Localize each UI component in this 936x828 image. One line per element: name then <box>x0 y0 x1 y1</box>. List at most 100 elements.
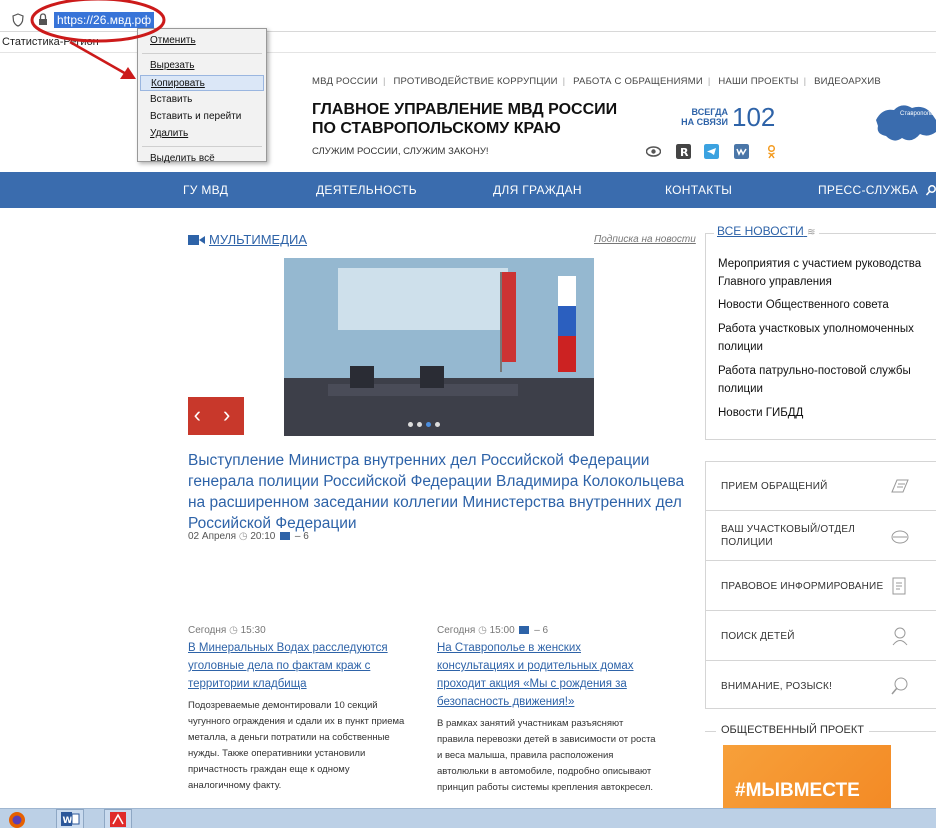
menu-item-select-all[interactable]: Выделить всё <box>140 151 264 167</box>
slider-dot[interactable] <box>408 422 413 427</box>
menu-item-delete[interactable]: Удалить <box>140 126 264 142</box>
news-item: Сегодня ◷ 15:30 В Минеральных Водах расс… <box>188 625 408 794</box>
menu-item-undo[interactable]: Отменить <box>140 33 264 49</box>
hotline-caption: ВСЕГДА НА СВЯЗИ <box>678 107 728 127</box>
svg-text:W: W <box>63 816 73 826</box>
top-strip <box>0 0 936 8</box>
multimedia-heading[interactable]: МУЛЬТИМЕДИА <box>209 232 307 247</box>
rss-icon: ≋ <box>807 227 816 238</box>
sidebar-news-link[interactable]: Новости ГИБДД <box>718 404 930 422</box>
news-title[interactable]: На Ставрополье в женских консультациях и… <box>437 639 657 711</box>
child-search-icon <box>892 627 908 646</box>
menu-item-label: Выделить всё <box>150 153 215 164</box>
telegram-icon[interactable] <box>704 144 719 159</box>
rutube-icon[interactable]: R <box>676 144 691 159</box>
menu-item-cut[interactable]: Вырезать <box>140 58 264 74</box>
menu-item-label: Вставить и перейти <box>150 111 242 122</box>
project-banner[interactable]: #МЫВМЕСТЕ <box>723 745 891 808</box>
news-date: 02 Апреля <box>188 531 237 542</box>
search-icon[interactable] <box>926 184 936 196</box>
eye-icon[interactable] <box>646 144 661 159</box>
nav-press[interactable]: ПРЕСС-СЛУЖБА <box>818 183 918 197</box>
sidebar-news-link[interactable]: Работа патрульно-постовой службы полиции <box>718 362 930 398</box>
news-time: 15:00 <box>489 625 515 636</box>
news-text: В рамках занятий участникам разъясняют п… <box>437 718 656 793</box>
menu-separator <box>142 53 262 54</box>
photo-count: – 6 <box>534 625 549 636</box>
sidebar-news-link[interactable]: Работа участковых уполномоченных полиции <box>718 320 930 356</box>
menu-item-copy[interactable]: Копировать <box>140 75 264 91</box>
top-link-video[interactable]: ВИДЕОАРХИВ <box>814 76 881 87</box>
nav-contacts[interactable]: КОНТАКТЫ <box>665 183 732 197</box>
camera-icon <box>519 626 530 634</box>
top-link-appeals[interactable]: РАБОТА С ОБРАЩЕНИЯМИ <box>573 76 703 87</box>
menu-item-paste[interactable]: Вставить <box>140 92 264 108</box>
firefox-icon <box>9 812 25 828</box>
menu-item-paste-and-go[interactable]: Вставить и перейти <box>140 109 264 125</box>
service-legal-info[interactable]: ПРАВОВОЕ ИНФОРМИРОВАНИЕ <box>705 561 936 611</box>
magnifier-icon <box>891 677 908 695</box>
sidebar-news-link[interactable]: Новости Общественного совета <box>718 296 930 314</box>
menu-item-label: Вставить <box>150 94 193 105</box>
main-nav: ГУ МВД ДЕЯТЕЛЬНОСТЬ ДЛЯ ГРАЖДАН КОНТАКТЫ… <box>0 172 936 208</box>
site-title-line2: ПО СТАВРОПОЛЬСКОМУ КРАЮ <box>312 120 561 137</box>
news-time: 20:10 <box>250 531 276 542</box>
bookmark-statistika[interactable]: Статистика-Регион <box>2 36 99 48</box>
service-label: ПОИСК ДЕТЕЙ <box>721 631 795 642</box>
taskbar-acrobat[interactable] <box>104 809 132 828</box>
main-news-title[interactable]: Выступление Министра внутренних дел Росс… <box>188 450 698 534</box>
news-date: Сегодня <box>188 625 227 636</box>
news-time: 15:30 <box>240 625 266 636</box>
camera-icon <box>280 532 291 540</box>
news-title[interactable]: В Минеральных Водах расследуются уголовн… <box>188 639 408 693</box>
nav-gu-mvd[interactable]: ГУ МВД <box>183 183 228 197</box>
service-label: ПРАВОВОЕ ИНФОРМИРОВАНИЕ <box>721 581 884 592</box>
service-wanted[interactable]: ВНИМАНИЕ, РОЗЫСК! <box>705 661 936 711</box>
nav-citizens[interactable]: ДЛЯ ГРАЖДАН <box>493 183 582 197</box>
all-news-title[interactable]: ВСЕ НОВОСТИ ≋ <box>714 224 819 238</box>
acrobat-icon <box>110 812 126 827</box>
vk-icon[interactable] <box>734 144 749 159</box>
taskbar-firefox[interactable] <box>6 809 34 828</box>
slider-arrows[interactable]: ‹ › <box>188 397 244 435</box>
shield-icon[interactable] <box>12 13 24 27</box>
slider-dots <box>408 414 444 432</box>
news-date: Сегодня <box>437 625 476 636</box>
taskbar-word[interactable]: W <box>56 809 84 828</box>
menu-item-label: Удалить <box>150 128 189 139</box>
slider-dot-active[interactable] <box>426 422 431 427</box>
news-meta: Сегодня ◷ 15:30 <box>188 625 408 636</box>
slider-dot[interactable] <box>417 422 422 427</box>
top-links: МВД РОССИИ | ПРОТИВОДЕЙСТВИЕ КОРРУПЦИИ | Р… <box>312 76 881 87</box>
lock-icon[interactable] <box>38 13 48 26</box>
service-child-search[interactable]: ПОИСК ДЕТЕЙ <box>705 611 936 661</box>
menu-item-label: Копировать <box>151 78 205 89</box>
region-map[interactable]: Ставрополь <box>872 98 936 148</box>
hotline-caption-line2: НА СВЯЗИ <box>681 117 728 127</box>
project-banner-text: #МЫВМЕСТЕ <box>735 780 860 801</box>
news-meta: Сегодня ◷ 15:00 – 6 <box>437 625 657 636</box>
hotline-number[interactable]: 102 <box>732 102 775 133</box>
slider-dot[interactable] <box>435 422 440 427</box>
region-label: Ставрополь <box>900 111 933 117</box>
all-news-label: ВСЕ НОВОСТИ <box>717 224 804 238</box>
clock-icon: ◷ <box>229 625 238 636</box>
top-link-mvd[interactable]: МВД РОССИИ <box>312 76 378 87</box>
sidebar-news-link[interactable]: Мероприятия с участием руководства Главн… <box>718 255 930 291</box>
top-link-corruption[interactable]: ПРОТИВОДЕЙСТВИЕ КОРРУПЦИИ <box>394 76 558 87</box>
main-news-meta: 02 Апреля ◷ 20:10 – 6 <box>188 531 309 542</box>
nav-activity[interactable]: ДЕЯТЕЛЬНОСТЬ <box>316 183 417 197</box>
news-text: Подозреваемые демонтировали 10 секций чу… <box>188 700 405 791</box>
site-title[interactable]: ГЛАВНОЕ УПРАВЛЕНИЕ МВД РОССИИ ПО СТАВРОП… <box>312 100 617 138</box>
odnoklassniki-icon[interactable] <box>764 144 779 159</box>
service-label: ПРИЕМ ОБРАЩЕНИЙ <box>721 481 828 492</box>
subscribe-link[interactable]: Подписка на новости <box>594 234 696 245</box>
url-text[interactable]: https://26.мвд.рф <box>54 12 155 28</box>
service-appeals[interactable]: ПРИЕМ ОБРАЩЕНИЙ <box>705 461 936 511</box>
menu-separator <box>142 146 262 147</box>
taskbar: W <box>0 808 936 828</box>
service-label: ВАШ УЧАСТКОВЫЙ/ОТДЕЛ ПОЛИЦИИ <box>721 524 855 548</box>
service-district-officer[interactable]: ВАШ УЧАСТКОВЫЙ/ОТДЕЛ ПОЛИЦИИ <box>705 511 936 561</box>
top-link-projects[interactable]: НАШИ ПРОЕКТЫ <box>718 76 798 87</box>
multimedia-slider[interactable] <box>188 258 688 436</box>
